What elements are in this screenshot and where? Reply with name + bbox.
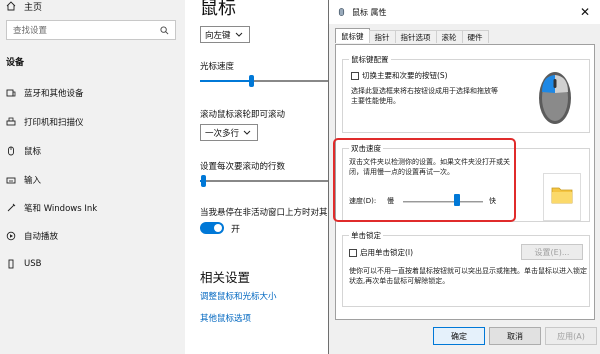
button-config-title: 鼠标键配置 [349,54,391,65]
swap-buttons-checkbox[interactable]: 切换主要和次要的按钮(S) [351,70,448,81]
swap-description: 选择此复选框来将右按钮设成用于选择和拖放等主要性能使用。 [351,87,498,105]
hover-scroll-toggle[interactable] [200,222,224,234]
ok-button[interactable]: 确定 [433,327,485,345]
sidebar-item-label: 蓝牙和其他设备 [24,89,84,99]
sidebar-home[interactable]: 主页 [6,0,42,13]
sidebar-item-label: 输入 [24,176,42,186]
scroll-value: 一次多行 [205,128,240,139]
scroll-dropdown[interactable]: 一次多行 [200,124,258,141]
chevron-down-icon [235,32,242,37]
cursor-speed-fill [200,80,252,82]
lines-track [200,180,328,182]
tab-wheel[interactable]: 滚轮 [435,30,463,43]
chevron-down-icon [243,130,251,135]
apply-button[interactable]: 应用(A) [545,327,597,345]
lines-label: 设置每次要滚动的行数 [200,162,286,172]
home-icon [6,1,16,11]
dialog-tabs: 鼠标键 指针 指针选项 滚轮 硬件 [335,28,489,44]
clicklock-settings-button[interactable]: 设置(E)... [521,244,583,260]
printer-icon [6,117,16,126]
sidebar-item-usb[interactable]: USB [6,256,41,272]
clicklock-title: 单击锁定 [349,230,383,241]
dialog-title: 鼠标 属性 [352,7,387,17]
checkbox-box [351,72,359,80]
clicklock-description: 使你可以不用一直按着鼠标按钮就可以突出显示或拖拽。单击鼠标以进入锁定状态,再次单… [349,267,587,285]
swap-buttons-label: 切换主要和次要的按钮(S) [362,71,448,80]
related-settings-title: 相关设置 [200,270,251,285]
sidebar-item-bluetooth[interactable]: 蓝牙和其他设备 [6,85,84,101]
folder-icon[interactable] [551,184,573,204]
mouse-icon [8,146,14,156]
clicklock-label: 启用单击锁定(I) [360,248,414,257]
settings-sidebar: 主页 查找设置 设备 蓝牙和其他设备 打印机和扫描仪 鼠标 输入 笔和 Wind… [0,0,185,354]
close-button[interactable]: ✕ [570,0,600,24]
link-other-mouse-options[interactable]: 其他鼠标选项 [200,312,251,324]
scroll-label: 滚动鼠标滚轮即可滚动 [200,110,286,120]
clicklock-group: 单击锁定 启用单击锁定(I) 设置(E)... 使你可以不用一直按着鼠标按钮就可… [342,230,590,307]
cancel-button[interactable]: 取消 [489,327,541,345]
keyboard-icon [6,177,16,184]
search-input[interactable]: 查找设置 [6,20,176,40]
sidebar-item-pen[interactable]: 笔和 Windows Ink [6,200,97,216]
cursor-speed-slider[interactable] [249,75,255,87]
tab-hardware[interactable]: 硬件 [461,30,489,43]
mouse-illustration-icon [539,72,571,124]
clicklock-checkbox[interactable]: 启用单击锁定(I) [349,247,413,258]
button-config-group: 鼠标键配置 切换主要和次要的按钮(S) 选择此复选框来将右按钮设成用于选择和拖放… [342,54,590,133]
sidebar-home-label: 主页 [24,2,43,13]
mouse-icon [338,8,345,16]
tab-pointer-options[interactable]: 指针选项 [394,30,437,43]
link-mouse-pointer-size[interactable]: 调整鼠标和光标大小 [200,290,277,302]
sidebar-item-label: 笔和 Windows Ink [24,204,98,214]
search-icon [160,25,169,34]
usb-icon [8,259,14,269]
dialog-titlebar: 鼠标 属性 [329,0,600,24]
primary-button-value: 向左键 [205,30,231,41]
cursor-speed-label: 光标速度 [200,62,235,72]
sidebar-item-autoplay[interactable]: 自动播放 [6,228,58,244]
bluetooth-icon [6,89,16,97]
pen-icon [7,203,16,212]
tab-buttons[interactable]: 鼠标键 [335,28,370,43]
checkbox-box [349,249,357,257]
toggle-state: 开 [231,225,241,235]
sidebar-item-label: 鼠标 [24,147,42,157]
close-icon: ✕ [579,5,591,19]
autoplay-icon [6,231,16,241]
test-area [543,173,581,221]
sidebar-item-printers[interactable]: 打印机和扫描仪 [6,114,84,130]
sidebar-item-typing[interactable]: 输入 [6,172,41,188]
lines-slider[interactable] [200,175,206,187]
primary-button-dropdown[interactable]: 向左键 [200,26,250,43]
highlight-box [333,138,516,222]
sidebar-item-mouse[interactable]: 鼠标 [6,143,41,159]
sidebar-item-label: 打印机和扫描仪 [24,118,84,128]
sidebar-section-title: 设备 [6,58,25,68]
search-placeholder: 查找设置 [13,26,48,36]
hover-scroll-label: 当我悬停在非活动窗口上方时对其 [200,208,328,218]
page-title: 鼠标 [200,0,236,19]
sidebar-item-label: 自动播放 [24,232,59,242]
tab-pointers[interactable]: 指针 [368,30,396,43]
sidebar-item-label: USB [24,259,42,269]
